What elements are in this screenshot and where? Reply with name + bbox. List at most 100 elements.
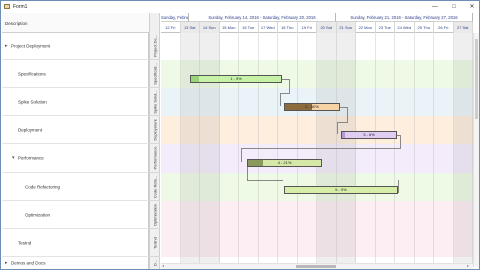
task-name: Demos and Docs [11,260,46,266]
resource-label: Project De... [150,33,160,60]
task-row-code-refactoring[interactable]: Code Refactoring [2,173,149,201]
dependency-connector [247,166,248,181]
dependency-connector [247,180,283,181]
timeline-header: Sunday, Februar... Sunday, February 14, … [161,13,473,33]
resource-label: Deployment [150,116,160,144]
dependency-connector [241,148,242,162]
day-header: 13 Sat [180,22,200,33]
week-header: Sunday, February 21, 2016 - Saturday, Fe… [336,13,473,22]
day-header: 21 Sun [336,22,356,33]
day-header: 25 Thu [415,22,434,33]
task-name: Optimization [25,212,51,217]
resource-label-strip[interactable]: Project De... Specificati... Spike Solut… [149,13,160,269]
task-bar-4[interactable]: 4 - 21% [247,159,322,167]
day-header: 22 Mon [356,22,376,33]
resource-label: Specificati... [150,60,160,88]
task-name: Spike Solution [18,99,47,104]
day-header: 14 Sun [200,22,220,33]
task-bar-label: 2 - 50% [305,104,319,109]
app-icon [4,4,10,9]
day-column [336,33,356,269]
task-bar-label: 5 - 0% [335,187,347,192]
task-name: Project Deployment [11,43,51,49]
day-column [434,33,454,269]
maximize-button[interactable]: □ [447,2,461,12]
day-column [453,33,473,269]
dependency-connector [280,93,290,94]
task-bar-5[interactable]: 5 - 0% [284,186,398,194]
dependency-connector [337,122,338,134]
horizontal-scroll-thumb[interactable] [296,265,336,268]
expand-icon[interactable]: ▸ [5,43,8,49]
dependency-connector [241,148,401,149]
task-bar-label: 1 - 9% [230,76,242,81]
resource-label: D... [152,259,158,267]
dependency-connector [347,107,348,122]
scroll-left-icon[interactable]: ◂ [162,263,164,268]
minimize-button[interactable]: — [428,2,442,12]
day-header: 26 Fri [434,22,454,33]
dependency-connector [289,79,290,93]
day-header: 27 Sat [453,22,473,33]
task-bar-label: 4 - 21% [277,160,292,165]
day-column [298,33,317,269]
day-column [395,33,415,269]
task-name: Performance [18,155,44,161]
day-column [376,33,395,269]
task-row-performance[interactable]: ▾ Performance [2,144,149,173]
collapse-icon[interactable]: ▾ [12,155,15,161]
dependency-connector [398,180,399,193]
column-header-description[interactable]: Description [2,13,149,33]
vertical-scroll-thumb[interactable] [475,39,478,119]
day-column [278,33,298,269]
day-header: 18 Thu [278,22,298,33]
task-row-spike-solution[interactable]: Spike Solution [2,88,149,116]
column-header-label: Description [5,21,28,26]
task-grid: Description ▸ Project Deployment Specifi… [2,13,149,269]
task-row-project-deployment[interactable]: ▸ Project Deployment [2,33,149,60]
gantt-timeline[interactable]: Sunday, Februar... Sunday, February 14, … [161,13,473,269]
resource-label: Optimization [150,201,160,229]
progress-fill [248,160,264,166]
day-header: 20 Sat [317,22,337,33]
task-row-specifications[interactable]: Specifications [2,60,149,88]
day-header: 17 Wed [259,22,278,33]
window-title: Form1 [13,4,28,10]
day-column [317,33,337,269]
day-header: 12 Fri [161,22,181,33]
day-column [259,33,278,269]
dependency-connector [280,93,281,106]
expand-icon[interactable]: ▸ [5,260,8,266]
task-row-optimization[interactable]: Optimization [2,201,149,229]
dependency-connector [337,122,348,123]
resource-label: Code Refa... [150,173,160,201]
day-header: 16 Tue [239,22,259,33]
resource-label: Spike Solut... [150,88,160,116]
task-name: Specifications [18,71,46,76]
task-bar-2[interactable]: 2 - 50% [284,103,340,111]
scroll-right-icon[interactable]: ▸ [467,263,469,268]
day-column [200,33,220,269]
day-column [356,33,376,269]
title-bar: Form1 — □ ✕ [1,1,479,13]
day-column [415,33,434,269]
day-header: 15 Mon [220,22,239,33]
task-bar-1[interactable]: 1 - 9% [190,75,282,83]
task-name: Testnd [18,240,32,245]
task-row-demos-and-docs[interactable]: ▸ Demos and Docs [2,257,149,269]
resource-label: Testnd [150,229,160,257]
day-column [180,33,200,269]
vertical-scrollbar[interactable] [473,33,479,267]
progress-fill [342,132,346,138]
task-bar-3[interactable]: 3 - 6% [341,131,397,139]
task-name: Code Refactoring [25,184,61,189]
horizontal-scrollbar[interactable]: ◂ ▸ [161,263,473,269]
app-window: Form1 — □ ✕ Description ▸ Project Deploy… [0,0,480,270]
day-header: 23 Tue [376,22,395,33]
day-column [161,33,181,269]
task-row-deployment[interactable]: Deployment [2,116,149,144]
progress-fill [191,76,200,82]
task-row-testnd[interactable]: Testnd [2,229,149,257]
day-header: 19 Fri [298,22,317,33]
close-button[interactable]: ✕ [465,2,479,12]
